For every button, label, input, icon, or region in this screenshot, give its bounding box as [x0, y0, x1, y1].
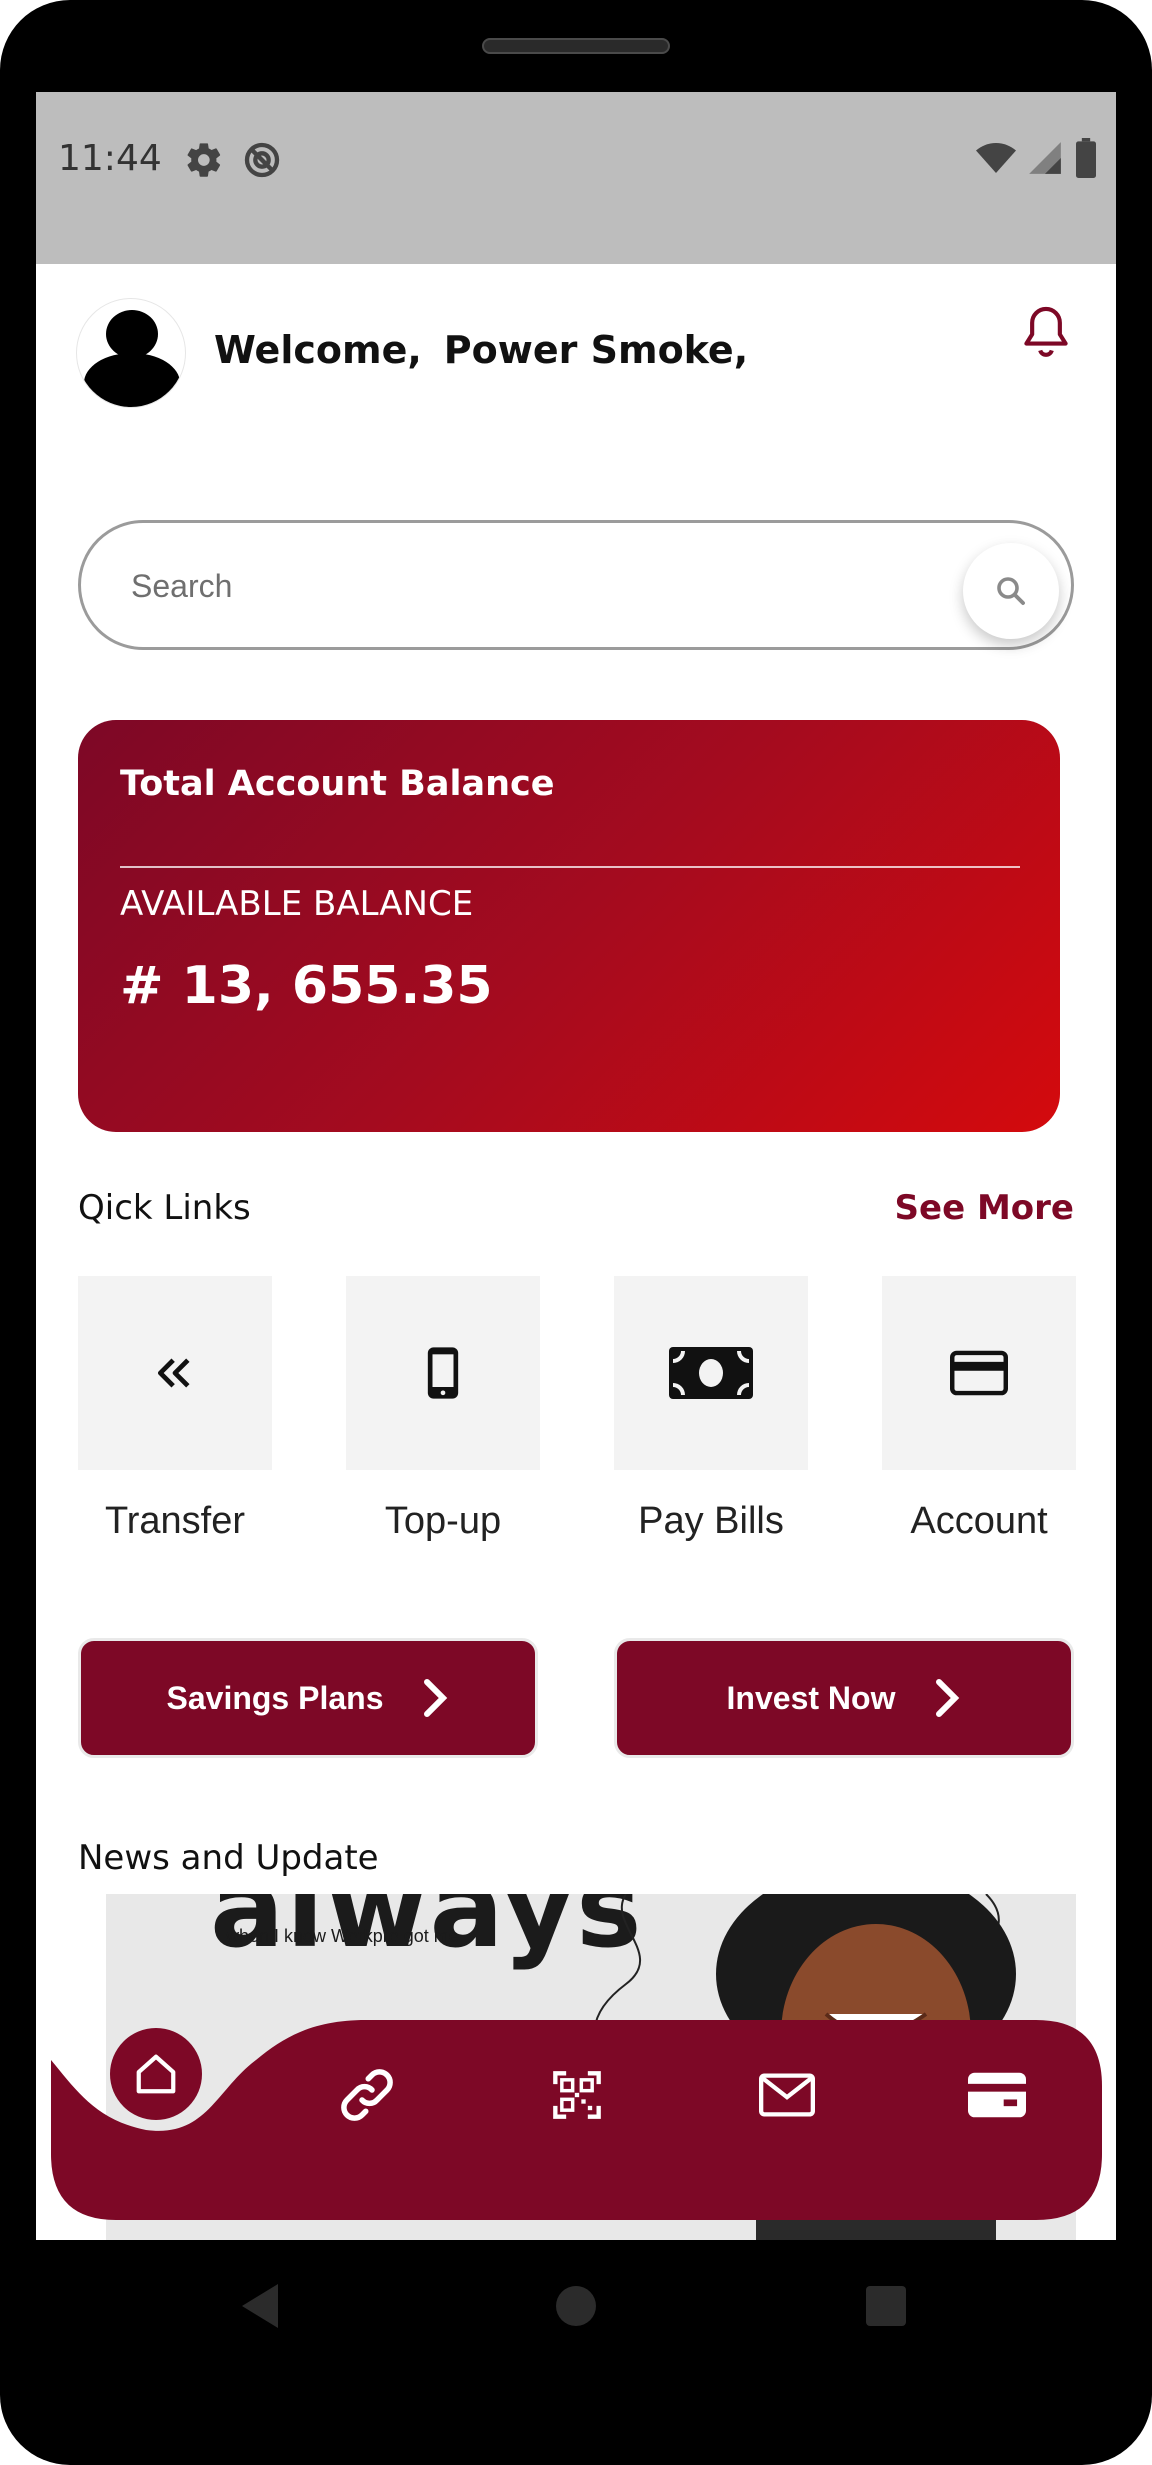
- available-balance-label: AVAILABLE BALANCE: [120, 884, 474, 924]
- search-input[interactable]: [131, 559, 911, 613]
- quick-link-tile[interactable]: [346, 1276, 540, 1470]
- device-speaker: [482, 38, 670, 54]
- avatar[interactable]: [76, 298, 186, 408]
- see-more-link[interactable]: See More: [895, 1188, 1074, 1228]
- chevron-right-icon: [936, 1679, 960, 1717]
- nav-qr-button[interactable]: [542, 2060, 612, 2130]
- quick-link-tile[interactable]: [78, 1276, 272, 1470]
- balance-card-title: Total Account Balance: [120, 764, 555, 804]
- status-bar: 11:44: [36, 92, 1116, 264]
- welcome-text: Welcome, Power Smoke,: [214, 328, 748, 372]
- wifi-icon: [976, 138, 1016, 182]
- nav-wallet-button[interactable]: [962, 2060, 1032, 2130]
- signal-icon: [1026, 139, 1064, 181]
- balance-amount: # 13, 655.35: [120, 956, 493, 1016]
- search-icon: [997, 577, 1025, 605]
- wallet-icon: [968, 2072, 1026, 2118]
- search-button[interactable]: [963, 543, 1059, 639]
- battery-icon: [1074, 138, 1098, 182]
- nav-link-button[interactable]: [332, 2060, 402, 2130]
- cash-icon: [669, 1347, 753, 1399]
- status-right-icons: [976, 138, 1098, 182]
- double-chevron-left-icon: [157, 1358, 190, 1388]
- invest-now-label: Invest Now: [726, 1679, 896, 1716]
- quick-link-label: Transfer: [104, 1500, 246, 1542]
- mail-icon: [759, 2073, 815, 2117]
- savings-plans-label: Savings Plans: [166, 1679, 384, 1716]
- quick-link-label: Top-up: [384, 1500, 502, 1542]
- search-bar: [78, 520, 1074, 650]
- home-circle-icon: [556, 2286, 596, 2326]
- back-icon: [242, 2284, 278, 2328]
- invest-now-button[interactable]: Invest Now: [614, 1638, 1074, 1758]
- bell-icon[interactable]: [1018, 302, 1074, 366]
- do-not-disturb-icon: [242, 140, 282, 184]
- balance-card[interactable]: Total Account Balance AVAILABLE BALANCE …: [78, 720, 1060, 1132]
- bottom-nav-background: [51, 2020, 1102, 2220]
- user-name: Power Smoke,: [443, 328, 749, 372]
- quick-link-tile[interactable]: [614, 1276, 808, 1470]
- qr-code-icon: [553, 2071, 601, 2119]
- quick-links-title: Qick Links: [78, 1188, 251, 1228]
- recents-icon: [866, 2286, 906, 2326]
- chevron-right-icon: [424, 1679, 448, 1717]
- user-silhouette-icon: [84, 310, 180, 407]
- quick-link-label: Pay Bills: [638, 1500, 784, 1542]
- balance-card-divider: [120, 866, 1020, 868]
- android-nav-bar: [242, 2284, 906, 2328]
- quick-link-label: Account: [910, 1500, 1048, 1542]
- quick-link-tile[interactable]: [882, 1276, 1076, 1470]
- app-screen: 11:44 Welcome, Power Smoke, Search Total…: [36, 92, 1116, 2240]
- phone-icon: [427, 1347, 459, 1399]
- card-icon: [950, 1350, 1008, 1396]
- news-title: News and Update: [78, 1838, 379, 1878]
- savings-plans-button[interactable]: Savings Plans: [78, 1638, 538, 1758]
- quick-link-transfer[interactable]: Transfer: [78, 1276, 272, 1543]
- settings-icon: [184, 140, 224, 184]
- nav-home-button[interactable]: [110, 2028, 202, 2120]
- device-frame: 11:44 Welcome, Power Smoke, Search Total…: [0, 0, 1152, 2465]
- quick-link-pay-bills[interactable]: Pay Bills: [614, 1276, 808, 1543]
- quick-link-account[interactable]: Account: [882, 1276, 1076, 1543]
- nav-mail-button[interactable]: [752, 2060, 822, 2130]
- quick-link-top-up[interactable]: Top-up: [346, 1276, 540, 1543]
- welcome-label: Welcome,: [214, 328, 422, 372]
- status-time: 11:44: [58, 138, 162, 179]
- home-icon: [136, 2054, 176, 2094]
- link-icon: [341, 2069, 393, 2121]
